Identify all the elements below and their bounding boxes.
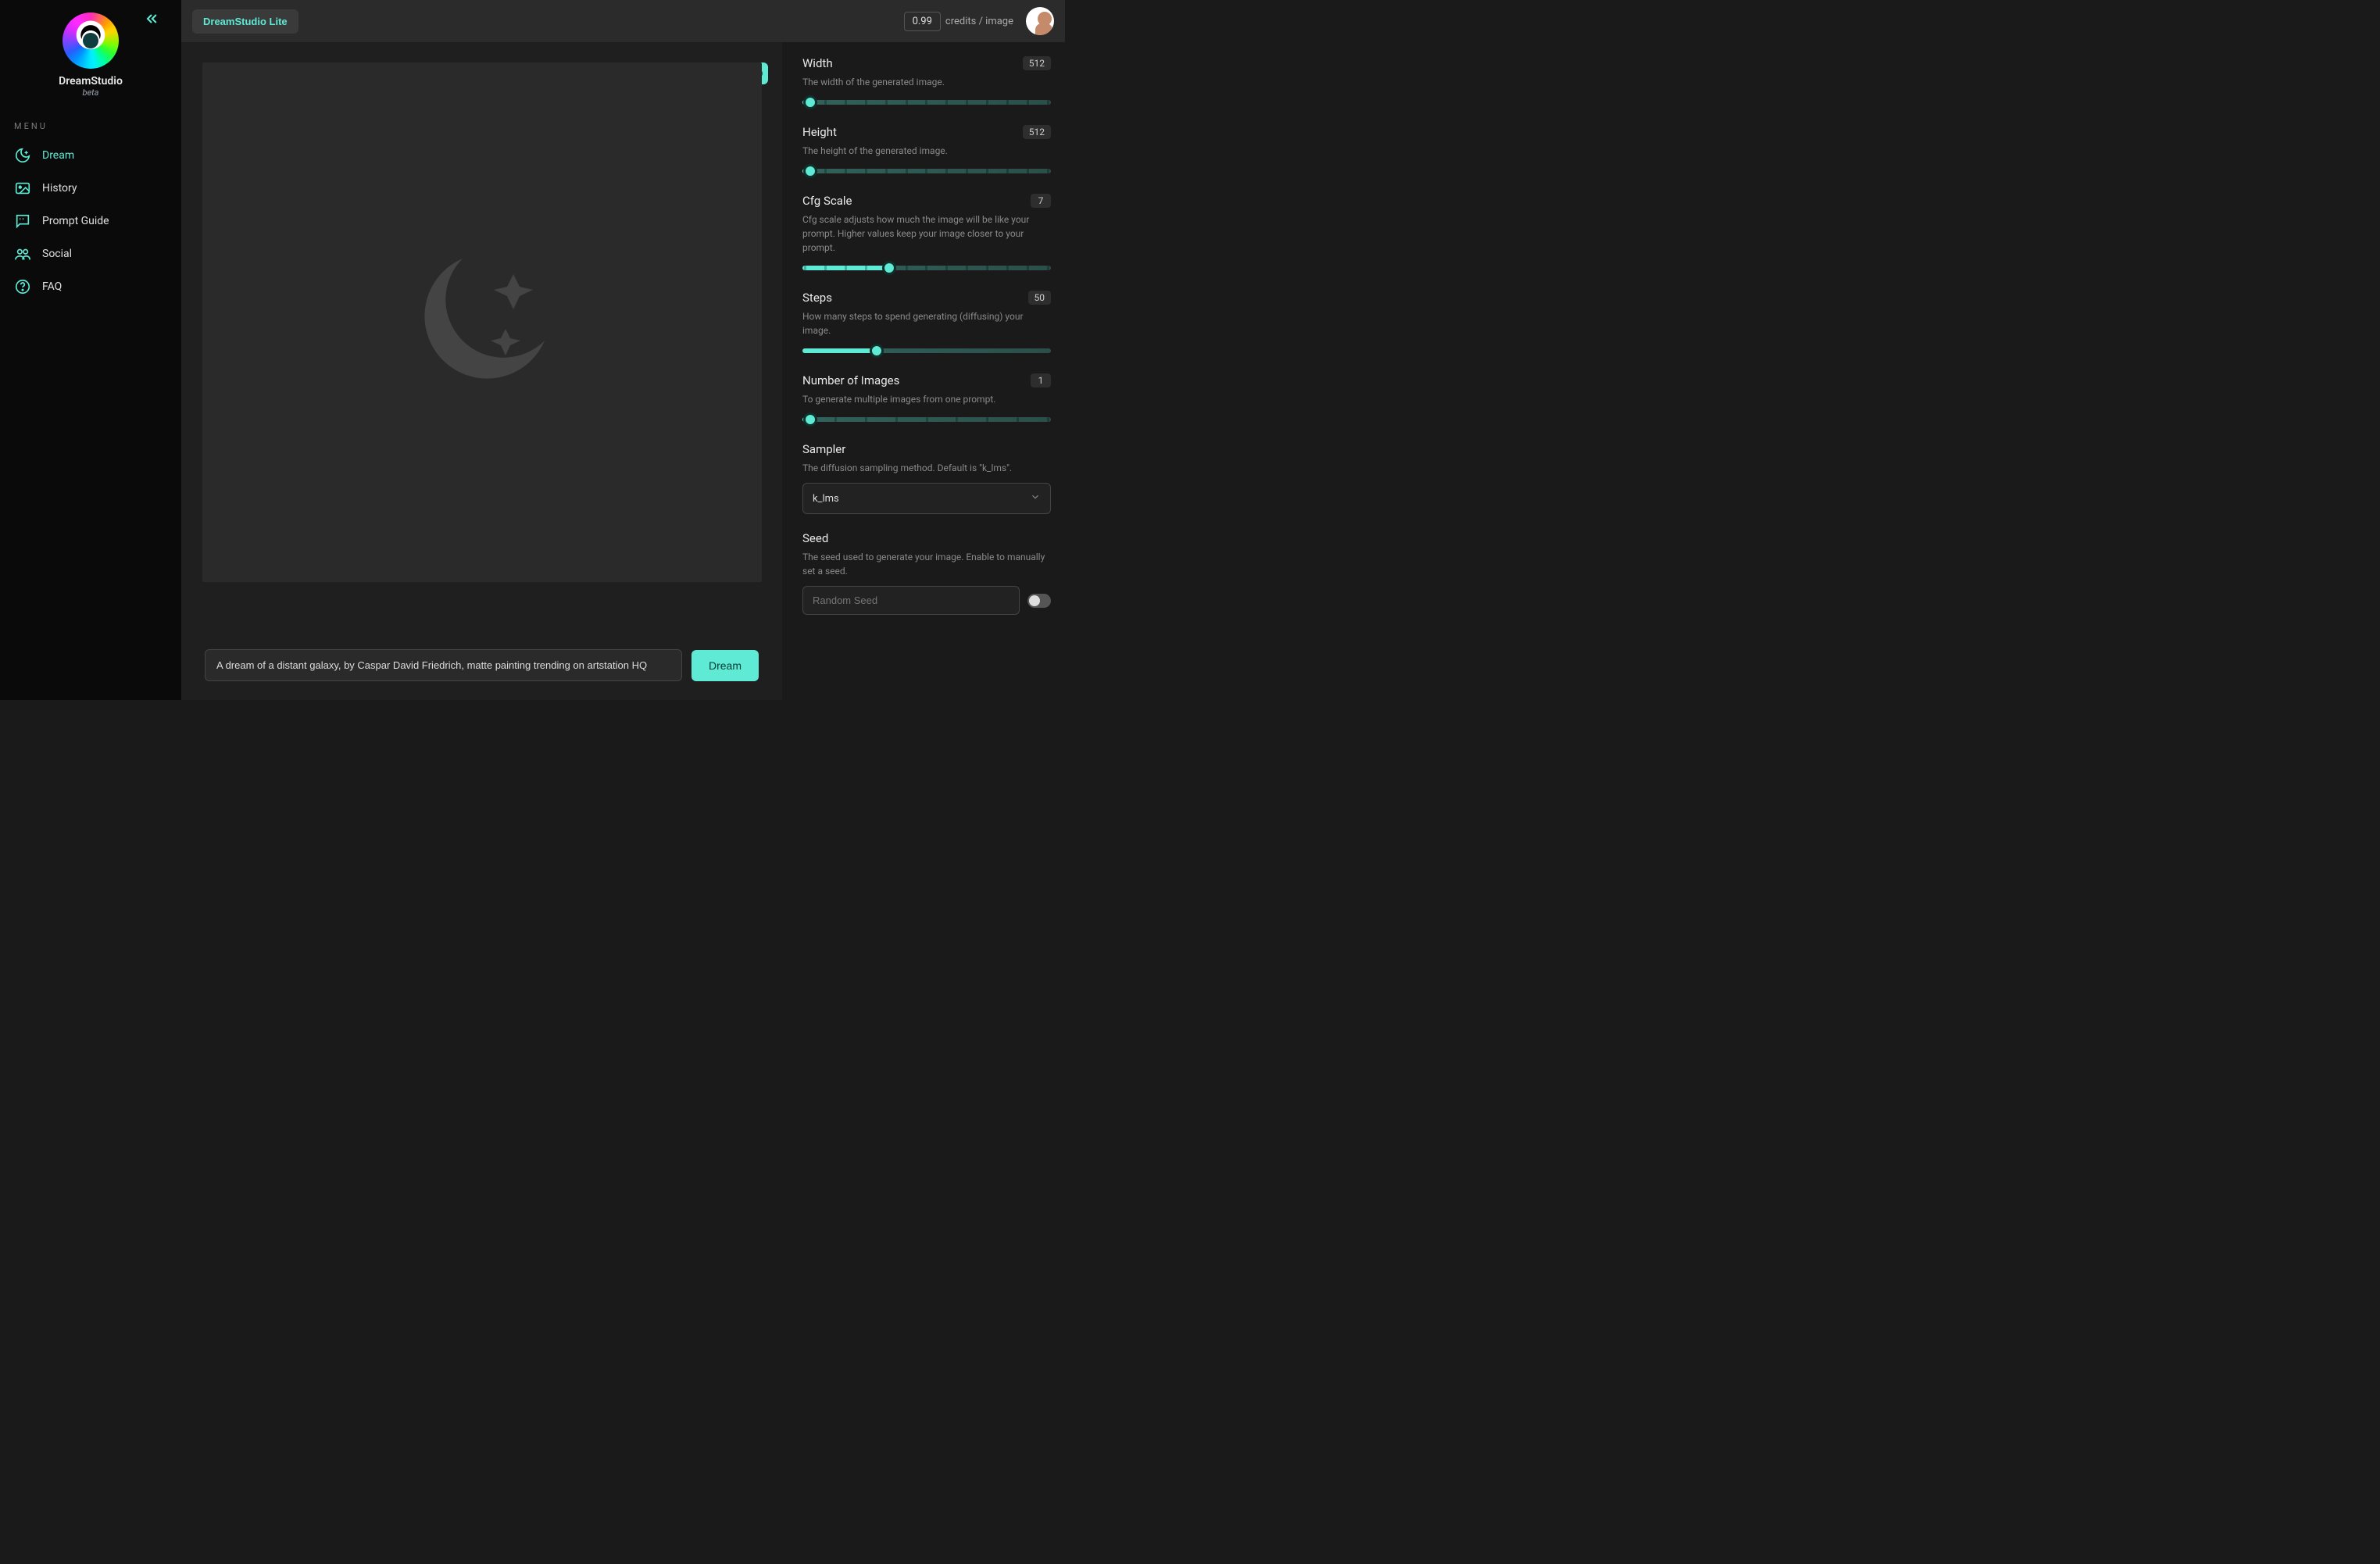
setting-value: 7 [1031, 194, 1051, 208]
settings-panel: Width 512 The width of the generated ima… [782, 0, 1065, 700]
users-icon [14, 245, 31, 262]
sidebar-item-label: History [42, 182, 77, 195]
collapse-sidebar-button[interactable] [144, 11, 159, 30]
setting-value: 1 [1031, 373, 1051, 387]
topbar: DreamStudio Lite 0.99 credits / image [181, 0, 1065, 42]
sampler-select[interactable]: k_lms [802, 483, 1051, 514]
setting-desc: The diffusion sampling method. Default i… [802, 461, 1051, 475]
steps-slider[interactable] [802, 345, 1051, 356]
cfg-slider[interactable] [802, 262, 1051, 273]
setting-desc: The seed used to generate your image. En… [802, 550, 1051, 578]
canvas-area [181, 42, 782, 649]
setting-title: Cfg Scale [802, 194, 852, 208]
moon-icon [14, 147, 31, 164]
image-icon [14, 180, 31, 197]
num-images-slider[interactable] [802, 414, 1051, 425]
setting-desc: The height of the generated image. [802, 144, 1051, 158]
setting-title: Width [802, 56, 833, 70]
setting-desc: How many steps to spend generating (diff… [802, 309, 1051, 337]
setting-steps: Steps 50 How many steps to spend generat… [802, 291, 1051, 356]
moon-stars-placeholder-icon [388, 227, 576, 418]
setting-desc: To generate multiple images from one pro… [802, 392, 1051, 406]
brand-subtitle: beta [83, 87, 99, 98]
setting-value: 50 [1028, 291, 1052, 305]
setting-num-images: Number of Images 1 To generate multiple … [802, 373, 1051, 425]
sidebar: DreamStudio beta MENU Dream History Prom… [0, 0, 181, 700]
width-slider[interactable] [802, 97, 1051, 108]
setting-title: Number of Images [802, 373, 899, 387]
setting-title: Sampler [802, 442, 845, 456]
brand-title: DreamStudio [59, 75, 123, 87]
prompt-row: Dream [181, 649, 782, 700]
sidebar-item-label: FAQ [42, 280, 62, 293]
sidebar-item-prompt-guide[interactable]: Prompt Guide [0, 205, 181, 237]
seed-input[interactable] [802, 586, 1020, 615]
sidebar-item-history[interactable]: History [0, 172, 181, 205]
setting-desc: The width of the generated image. [802, 75, 1051, 89]
seed-toggle[interactable] [1027, 594, 1051, 608]
chat-icon [14, 212, 31, 230]
setting-title: Seed [802, 531, 828, 545]
setting-title: Steps [802, 291, 832, 305]
main-panel: Dream [181, 0, 782, 700]
sidebar-item-dream[interactable]: Dream [0, 139, 181, 172]
sidebar-item-label: Prompt Guide [42, 215, 109, 227]
sidebar-item-faq[interactable]: FAQ [0, 270, 181, 303]
question-icon [14, 278, 31, 295]
dream-button[interactable]: Dream [691, 650, 759, 681]
credits-label: credits / image [945, 16, 1013, 27]
chevron-down-icon [1030, 491, 1041, 505]
setting-sampler: Sampler The diffusion sampling method. D… [802, 442, 1051, 514]
menu-header: MENU [0, 105, 181, 139]
avatar[interactable] [1026, 7, 1054, 35]
canvas-frame [202, 62, 762, 582]
sidebar-item-social[interactable]: Social [0, 237, 181, 270]
setting-desc: Cfg scale adjusts how much the image wil… [802, 212, 1051, 255]
logo-icon [63, 12, 119, 69]
setting-value: 512 [1023, 56, 1051, 70]
sampler-selected: k_lms [813, 493, 839, 505]
setting-cfg: Cfg Scale 7 Cfg scale adjusts how much t… [802, 194, 1051, 273]
height-slider[interactable] [802, 166, 1051, 177]
setting-seed: Seed The seed used to generate your imag… [802, 531, 1051, 615]
setting-width: Width 512 The width of the generated ima… [802, 56, 1051, 108]
setting-title: Height [802, 125, 837, 139]
setting-height: Height 512 The height of the generated i… [802, 125, 1051, 177]
setting-value: 512 [1023, 125, 1051, 139]
lite-mode-button[interactable]: DreamStudio Lite [192, 9, 298, 34]
credits-value[interactable]: 0.99 [904, 12, 941, 31]
sidebar-item-label: Social [42, 248, 72, 260]
prompt-input[interactable] [205, 649, 682, 681]
sidebar-item-label: Dream [42, 149, 74, 162]
